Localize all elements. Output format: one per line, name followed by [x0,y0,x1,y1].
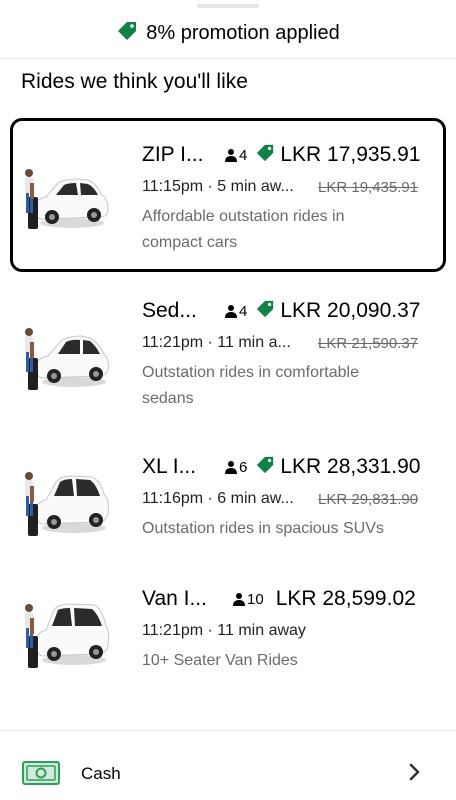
ride-eta: 11:21pm · 11 min away [142,622,306,639]
original-price: LKR 21,590.37 [318,334,419,352]
sedan-car-icon [20,320,110,396]
original-price: LKR 19,435.91 [318,178,419,196]
sheet-drag-handle[interactable] [197,4,259,8]
person-icon [233,593,245,606]
suv-car-icon [20,464,110,540]
ride-name: Van I... [142,587,207,610]
original-price: LKR 29,831.90 [318,490,419,508]
ride-eta: 11:15pm · 5 min aw... [142,178,294,195]
promotion-text: 8% promotion applied [146,21,340,44]
capacity: 10 [232,591,264,608]
person-icon [225,149,237,162]
divider [0,730,456,731]
capacity: 4 [224,147,247,164]
cash-icon [22,760,60,791]
tag-icon [116,20,138,47]
person-icon [225,305,237,318]
ride-name: ZIP I... [142,143,204,166]
ride-description: Outstation rides in spacious SUVs [142,520,384,537]
ride-name: Sed... [142,299,197,322]
capacity-count: 4 [239,302,248,320]
ride-option-zip[interactable]: ZIP I... 4 LKR 17,935.91 11:15pm · 5 min… [10,118,446,272]
capacity-count: 4 [239,146,248,164]
capacity: 4 [224,303,247,320]
ride-option-sedan[interactable]: Sed... 4 LKR 20,090.37 11:21pm · 11 min … [10,274,446,428]
ride-price: LKR 20,090.37 [280,299,421,322]
ride-description: Outstation rides in comfortable sedans [142,364,359,407]
ride-description: Affordable outstation rides in compact c… [142,208,345,251]
tag-icon [255,143,275,168]
capacity-count: 10 [247,590,264,608]
payment-label: Cash [81,764,121,783]
section-title: Rides we think you'll like [21,70,248,93]
ride-price: LKR 28,599.02 [275,587,416,610]
person-icon [225,461,237,474]
ride-description: 10+ Seater Van Rides [142,652,298,669]
divider [0,58,456,59]
capacity-count: 6 [239,458,248,476]
ride-option-van[interactable]: Van I... 10 LKR 28,599.02 11:21pm · 11 m… [10,562,446,716]
chevron-right-icon[interactable] [408,763,422,786]
ride-price: LKR 28,331.90 [280,455,421,478]
tag-icon [255,455,275,480]
promotion-banner: 8% promotion applied [0,18,456,48]
ride-eta: 11:16pm · 6 min aw... [142,490,294,507]
payment-method-selector[interactable]: Cash [0,745,456,800]
ride-eta: 11:21pm · 11 min a... [142,334,291,351]
ride-option-xl[interactable]: XL I... 6 LKR 28,331.90 11:16pm · 6 min … [10,430,446,584]
ride-name: XL I... [142,455,197,478]
van-car-icon [20,596,110,672]
compact-car-icon [20,161,110,237]
capacity: 6 [224,459,247,476]
ride-price: LKR 17,935.91 [280,143,421,166]
tag-icon [255,299,275,324]
